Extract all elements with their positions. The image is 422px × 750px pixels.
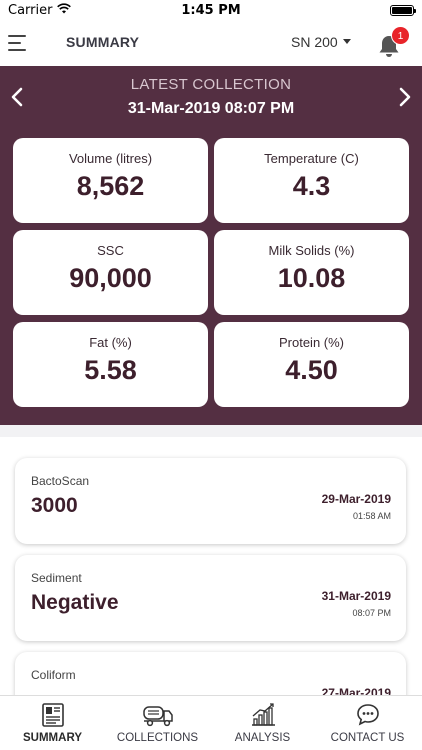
tab-label: ANALYSIS — [234, 732, 291, 744]
metric-value: 4.50 — [285, 355, 338, 385]
result-name: BactoScan — [31, 474, 90, 488]
metric-label: Volume (litres) — [68, 151, 153, 166]
result-value: Negative — [31, 591, 119, 614]
bottom-tab-bar: SUMMARY COLLECTIONS ANALYSIS CONTACT US — [0, 695, 422, 750]
metric-card-protein[interactable]: Protein (%) 4.50 — [214, 322, 409, 407]
metric-card-temperature[interactable]: Temperature (C) 4.3 — [214, 138, 409, 223]
tab-label: SUMMARY — [23, 732, 82, 744]
metric-value: 90,000 — [69, 263, 152, 293]
notification-badge: 1 — [391, 26, 410, 45]
metric-label: Protein (%) — [278, 335, 345, 350]
result-card-bactoscan[interactable]: BactoScan 3000 29-Mar-2019 01:58 AM — [15, 458, 406, 544]
app-header: SUMMARY SN 200 1 — [0, 22, 422, 66]
result-card-coliform[interactable]: Coliform 27-Mar-2019 — [15, 652, 406, 695]
result-time: 08:07 PM — [352, 608, 391, 618]
tab-collections[interactable]: COLLECTIONS — [105, 696, 210, 750]
metric-card-milk-solids[interactable]: Milk Solids (%) 10.08 — [214, 230, 409, 315]
result-date: 27-Mar-2019 — [321, 686, 391, 695]
result-card-sediment[interactable]: Sediment Negative 31-Mar-2019 08:07 PM — [15, 555, 406, 641]
result-name: Coliform — [31, 668, 76, 682]
metric-label: Milk Solids (%) — [268, 243, 355, 258]
metric-label: Fat (%) — [89, 335, 132, 350]
page-title: SUMMARY — [66, 34, 140, 50]
milk-tanker-icon — [142, 706, 173, 727]
test-results-list[interactable]: BactoScan 3000 29-Mar-2019 01:58 AM Sedi… — [0, 437, 422, 695]
tab-analysis[interactable]: ANALYSIS — [210, 696, 315, 750]
chevron-right-icon — [399, 87, 411, 107]
status-bar: Carrier 1:45 PM — [0, 0, 422, 22]
latest-collection-datetime: 31-Mar-2019 08:07 PM — [127, 100, 295, 117]
tab-label: COLLECTIONS — [116, 732, 199, 744]
metric-value: 4.3 — [292, 171, 331, 201]
latest-collection-panel: LATEST COLLECTION 31-Mar-2019 08:07 PM V… — [0, 66, 422, 425]
metric-card-volume[interactable]: Volume (litres) 8,562 — [13, 138, 208, 223]
site-selector-value: SN 200 — [291, 34, 338, 50]
next-collection-button[interactable] — [394, 86, 414, 108]
chat-bubble-icon — [356, 704, 379, 726]
metric-value: 10.08 — [277, 263, 346, 293]
app-screen: Carrier 1:45 PM SUMMARY SN 200 1 LATEST … — [0, 0, 422, 750]
metric-value: 5.58 — [84, 355, 137, 385]
caret-down-icon — [342, 38, 351, 44]
result-time: 01:58 AM — [352, 511, 391, 521]
metric-card-ssc[interactable]: SSC 90,000 — [13, 230, 208, 315]
bar-chart-icon — [251, 703, 275, 726]
result-name: Sediment — [31, 571, 82, 585]
hamburger-menu-icon[interactable] — [8, 35, 28, 51]
metric-value: 8,562 — [76, 171, 145, 201]
clock: 1:45 PM — [181, 3, 241, 18]
metric-label: SSC — [97, 243, 124, 258]
site-selector-dropdown[interactable]: SN 200 — [291, 34, 351, 50]
tab-summary[interactable]: SUMMARY — [0, 696, 105, 750]
summary-icon — [41, 703, 64, 727]
result-value: 3000 — [31, 494, 78, 517]
tab-label: CONTACT US — [330, 732, 405, 744]
metric-card-fat[interactable]: Fat (%) 5.58 — [13, 322, 208, 407]
notifications-button[interactable]: 1 — [377, 26, 410, 58]
battery-icon — [390, 5, 416, 16]
tab-contact-us[interactable]: CONTACT US — [315, 696, 420, 750]
latest-collection-label: LATEST COLLECTION — [130, 76, 292, 93]
result-date: 31-Mar-2019 — [321, 589, 391, 603]
metric-label: Temperature (C) — [264, 151, 359, 166]
result-date: 29-Mar-2019 — [321, 492, 391, 506]
